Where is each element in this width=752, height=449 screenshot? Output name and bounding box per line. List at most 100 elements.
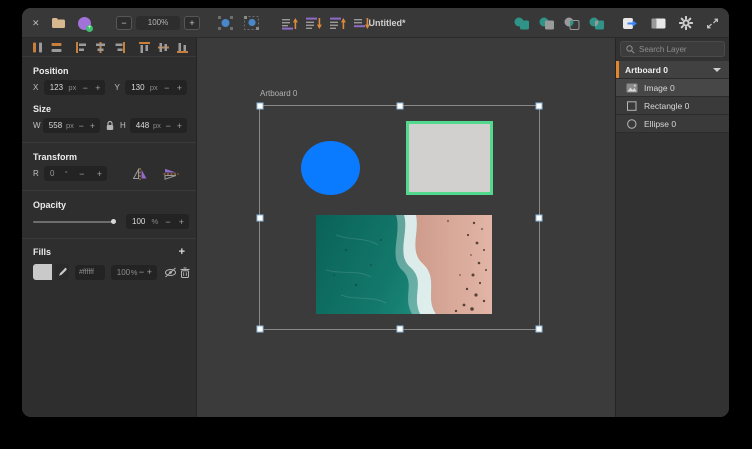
align-left-icon[interactable] [75, 41, 88, 54]
rotation-field[interactable]: 0 ° − + [44, 166, 107, 181]
artboard[interactable] [259, 105, 540, 330]
zoom-in-button[interactable]: + [184, 16, 200, 30]
selection-handle-bottom-left[interactable] [257, 326, 264, 333]
folder-icon [51, 17, 66, 29]
fills-header: Fills + [22, 239, 196, 261]
x-field[interactable]: 123 px − + [44, 80, 106, 95]
align-bottom-icon[interactable] [176, 41, 189, 54]
beach-image[interactable] [316, 215, 492, 314]
x-label: X [33, 83, 44, 92]
rectangle-shape[interactable] [406, 121, 493, 195]
close-document-button[interactable]: ✕ [32, 8, 40, 38]
delete-fill-icon[interactable] [180, 267, 190, 278]
opacity-field[interactable]: 100 % − + [126, 214, 189, 229]
fill-opacity-value[interactable]: 100 [117, 268, 130, 277]
selection-handle-bottom-right[interactable] [536, 326, 543, 333]
width-increment-button[interactable]: + [89, 121, 96, 131]
align-top-icon[interactable] [138, 41, 151, 54]
selection-handle-top-right[interactable] [536, 103, 543, 110]
height-value[interactable]: 448 [136, 121, 149, 130]
flip-vertical-icon[interactable] [163, 168, 179, 180]
settings-gear-icon[interactable] [679, 16, 693, 30]
artboard-title-label[interactable]: Artboard 0 [260, 89, 297, 98]
height-increment-button[interactable]: + [176, 121, 183, 131]
y-decrement-button[interactable]: − [163, 83, 170, 93]
ungroup-icon[interactable] [244, 16, 259, 30]
x-decrement-button[interactable]: − [82, 83, 89, 93]
rectangle-icon [626, 101, 638, 111]
fullscreen-expand-icon[interactable] [706, 17, 719, 30]
divider [22, 190, 196, 191]
layer-search-box[interactable] [620, 41, 725, 57]
layer-row-rectangle[interactable]: Rectangle 0 [616, 97, 729, 115]
exclude-icon[interactable] [589, 17, 605, 30]
rotation-increment-button[interactable]: + [96, 169, 103, 179]
layer-row-ellipse[interactable]: Ellipse 0 [616, 115, 729, 133]
lock-aspect-icon[interactable] [105, 120, 115, 131]
distribute-horizontal-icon[interactable] [31, 41, 44, 54]
fill-opacity-field[interactable]: 100 % − + [111, 265, 157, 280]
fill-color-swatch[interactable] [33, 264, 52, 280]
size-row: W 558 px − + H 448 px − + [33, 118, 196, 133]
export-icon[interactable] [622, 17, 638, 30]
canvas[interactable]: Artboard 0 [197, 38, 615, 417]
fill-opacity-unit: % [131, 268, 138, 277]
layer-search-input[interactable] [639, 45, 719, 54]
chevron-down-icon[interactable] [713, 68, 721, 72]
y-increment-button[interactable]: + [176, 83, 183, 93]
y-field[interactable]: 130 px − + [125, 80, 187, 95]
new-shape-icon: + [78, 17, 91, 30]
intersect-icon[interactable] [564, 17, 580, 30]
window-controls [622, 8, 719, 38]
bring-forward-icon[interactable] [282, 17, 299, 30]
height-field[interactable]: 448 px − + [130, 118, 187, 133]
x-increment-button[interactable]: + [94, 83, 101, 93]
eyedropper-button[interactable] [55, 264, 69, 280]
width-value[interactable]: 558 [49, 121, 62, 130]
selection-handle-middle-right[interactable] [536, 214, 543, 221]
fill-opacity-increment-button[interactable]: + [146, 267, 153, 277]
union-icon[interactable] [514, 17, 530, 30]
panels-layout-icon[interactable] [651, 18, 666, 29]
bring-to-front-icon[interactable] [306, 17, 323, 30]
selection-handle-top-left[interactable] [257, 103, 264, 110]
layer-row-image[interactable]: Image 0 [616, 79, 729, 97]
layers-panel: Artboard 0 Image 0 Rectangle 0 [615, 38, 729, 417]
opacity-decrement-button[interactable]: − [164, 217, 171, 227]
width-decrement-button[interactable]: − [78, 121, 85, 131]
fill-opacity-decrement-button[interactable]: − [138, 267, 145, 277]
open-file-button[interactable] [51, 8, 66, 38]
align-middle-vertical-icon[interactable] [157, 41, 170, 54]
width-field[interactable]: 558 px − + [43, 118, 100, 133]
y-unit: px [150, 83, 158, 92]
ellipse-shape[interactable] [301, 141, 360, 195]
opacity-increment-button[interactable]: + [178, 217, 185, 227]
align-center-horizontal-icon[interactable] [94, 41, 107, 54]
opacity-slider[interactable] [33, 214, 116, 229]
flip-horizontal-icon[interactable] [132, 168, 148, 180]
opacity-slider-track[interactable] [33, 221, 116, 223]
new-document-button[interactable]: + [78, 8, 91, 38]
search-wrap [616, 38, 729, 61]
zoom-level-value[interactable]: 100% [136, 16, 180, 30]
hide-fill-icon[interactable] [164, 267, 177, 278]
rotation-value[interactable]: 0 [50, 169, 54, 178]
align-right-icon[interactable] [113, 41, 126, 54]
fill-hex-field[interactable]: #ffffff [75, 265, 105, 280]
add-fill-button[interactable]: + [179, 246, 185, 258]
selection-handle-bottom-middle[interactable] [396, 326, 403, 333]
subtract-icon[interactable] [539, 17, 555, 30]
rotation-decrement-button[interactable]: − [78, 169, 85, 179]
rotation-unit: ° [65, 169, 68, 178]
x-value[interactable]: 123 [50, 83, 63, 92]
zoom-out-button[interactable]: − [116, 16, 132, 30]
opacity-slider-thumb[interactable] [111, 219, 116, 224]
layer-artboard-row[interactable]: Artboard 0 [616, 61, 729, 79]
distribute-vertical-icon[interactable] [50, 41, 63, 54]
group-icon[interactable] [218, 16, 233, 30]
height-decrement-button[interactable]: − [165, 121, 172, 131]
selection-handle-top-middle[interactable] [396, 103, 403, 110]
selection-handle-middle-left[interactable] [257, 214, 264, 221]
y-value[interactable]: 130 [131, 83, 144, 92]
opacity-value[interactable]: 100 [132, 217, 145, 226]
